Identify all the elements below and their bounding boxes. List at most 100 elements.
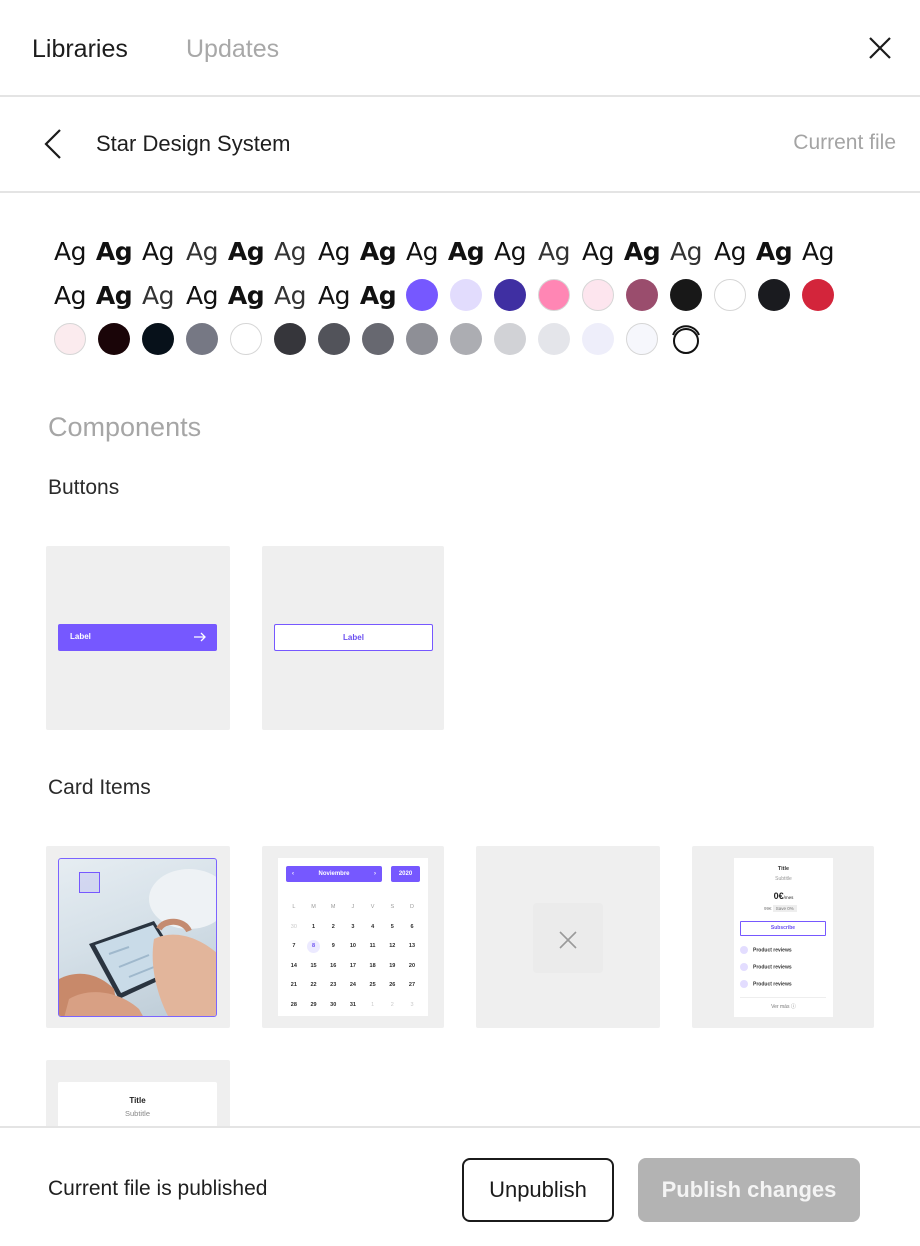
calendar-day: 16 [323, 957, 343, 977]
text-style-swatch[interactable]: Ag [268, 229, 312, 273]
text-style-swatch[interactable]: Ag [620, 229, 664, 273]
text-style-swatch[interactable]: Ag [180, 229, 224, 273]
component-button-outline[interactable]: Label [262, 546, 444, 730]
color-style-swatch[interactable] [620, 317, 664, 361]
component-title-card[interactable]: Title Subtitle [46, 1060, 230, 1126]
text-style-swatch[interactable]: Ag [444, 229, 488, 273]
text-style-swatch[interactable]: Ag [92, 229, 136, 273]
tab-libraries[interactable]: Libraries [32, 33, 128, 65]
color-style-swatch[interactable] [356, 317, 400, 361]
text-style-swatch[interactable]: Ag [356, 273, 400, 317]
text-style-swatch[interactable]: Ag [532, 229, 576, 273]
calendar-day-label: 1 [312, 923, 316, 930]
calendar-week: 30 1 2 3 4 5 6 [284, 918, 422, 938]
text-style-swatch[interactable]: Ag [708, 229, 752, 273]
color-style-swatch[interactable] [180, 317, 224, 361]
component-calendar[interactable]: ‹ Noviembre › 2020 L M M J V S D 30 1 2 3 4 5 6 7 8 9 10 1… [262, 846, 444, 1028]
calendar-day-label: 2 [331, 923, 335, 930]
calendar-week: 14 15 16 17 18 19 20 [284, 957, 422, 977]
color-style-swatch[interactable] [708, 273, 752, 317]
calendar-day: 15 [304, 957, 324, 977]
text-style-swatch[interactable]: Ag [180, 273, 224, 317]
chevron-left-icon[interactable] [40, 127, 68, 161]
text-style-swatch[interactable]: Ag [268, 273, 312, 317]
color-dot [98, 323, 130, 355]
component-empty-placeholder[interactable] [476, 846, 660, 1028]
calendar-day-label: 7 [292, 943, 296, 949]
color-style-swatch[interactable] [444, 273, 488, 317]
text-style-swatch[interactable]: Ag [796, 229, 840, 273]
text-style-swatch[interactable]: Ag [48, 273, 92, 317]
color-style-swatch[interactable] [136, 317, 180, 361]
calendar-day-label: 4 [371, 923, 375, 930]
calendar-day: 17 [343, 957, 363, 977]
color-style-swatch[interactable] [620, 273, 664, 317]
component-pricing-card[interactable]: Title Subtitle 0€/mes 99€ Save 0% Subscr… [692, 846, 874, 1028]
color-dot [494, 279, 526, 311]
calendar-day-label: S [390, 904, 395, 910]
text-style-swatch[interactable]: Ag [136, 229, 180, 273]
color-style-swatch[interactable] [532, 317, 576, 361]
text-style-sample: Ag [142, 280, 174, 310]
pricing-save: 99€ Save 0% [764, 905, 797, 912]
text-style-swatch[interactable]: Ag [92, 273, 136, 317]
calendar-day: 29 [304, 996, 324, 1016]
color-style-swatch[interactable] [576, 273, 620, 317]
text-style-swatch[interactable]: Ag [752, 229, 796, 273]
color-style-swatch[interactable] [664, 273, 708, 317]
color-style-swatch[interactable] [48, 317, 92, 361]
library-content[interactable]: Ag Ag Ag Ag Ag Ag Ag Ag Ag Ag Ag Ag Ag Ag Ag Ag Ag Ag Ag Ag… [0, 193, 920, 1126]
price-value: 0€ [773, 891, 784, 901]
calendar-day: 11 [363, 937, 383, 957]
calendar-day: 28 [284, 996, 304, 1016]
color-style-swatch[interactable] [796, 273, 840, 317]
text-style-swatch[interactable]: Ag [224, 273, 268, 317]
text-style-swatch[interactable]: Ag [664, 229, 708, 273]
color-style-swatch[interactable] [444, 317, 488, 361]
color-dot [626, 323, 658, 355]
close-icon[interactable] [864, 32, 896, 64]
library-title: Star Design System [96, 131, 291, 156]
text-style-swatch[interactable]: Ag [224, 229, 268, 273]
text-style-swatch[interactable]: Ag [576, 229, 620, 273]
calendar-day: 23 [323, 976, 343, 996]
publish-changes-button[interactable]: Publish changes [638, 1158, 860, 1222]
text-style-swatch[interactable]: Ag [356, 229, 400, 273]
text-style-swatch[interactable]: Ag [312, 273, 356, 317]
feature-item: Product reviews [740, 946, 792, 954]
calendar-day-label: M [311, 904, 316, 910]
publish-footer: Current file is published Unpublish Publ… [0, 1126, 920, 1246]
text-style-swatch[interactable]: Ag [136, 273, 180, 317]
calendar-weekdays: LMMJVSD [284, 898, 422, 918]
color-style-swatch[interactable] [312, 317, 356, 361]
check-icon [740, 980, 748, 988]
calendar-day: 7 [284, 937, 304, 957]
color-style-swatch[interactable] [532, 273, 576, 317]
color-style-swatch[interactable] [268, 317, 312, 361]
component-button-filled[interactable]: Label [46, 546, 230, 730]
color-style-swatch[interactable] [92, 317, 136, 361]
color-style-swatch[interactable] [400, 273, 444, 317]
color-style-swatch[interactable] [752, 273, 796, 317]
effect-style-icon[interactable] [664, 317, 708, 361]
pricing-title: Title [777, 866, 790, 872]
color-style-swatch[interactable] [224, 317, 268, 361]
text-style-swatch[interactable]: Ag [488, 229, 532, 273]
color-style-swatch[interactable] [400, 317, 444, 361]
calendar-day: L [284, 898, 304, 918]
calendar-day-label: 29 [310, 1001, 317, 1008]
calendar-day-label: 11 [369, 943, 376, 949]
text-style-sample: Ag [227, 280, 265, 310]
calendar-day: 30 [323, 996, 343, 1016]
color-style-swatch[interactable] [488, 317, 532, 361]
text-style-swatch[interactable]: Ag [400, 229, 444, 273]
tab-updates[interactable]: Updates [186, 33, 279, 65]
calendar-day: 9 [323, 937, 343, 957]
text-style-swatch[interactable]: Ag [48, 229, 92, 273]
color-style-swatch[interactable] [576, 317, 620, 361]
component-photo-card[interactable] [46, 846, 230, 1028]
text-style-sample: Ag [142, 236, 174, 266]
text-style-swatch[interactable]: Ag [312, 229, 356, 273]
unpublish-button[interactable]: Unpublish [462, 1158, 614, 1222]
color-style-swatch[interactable] [488, 273, 532, 317]
